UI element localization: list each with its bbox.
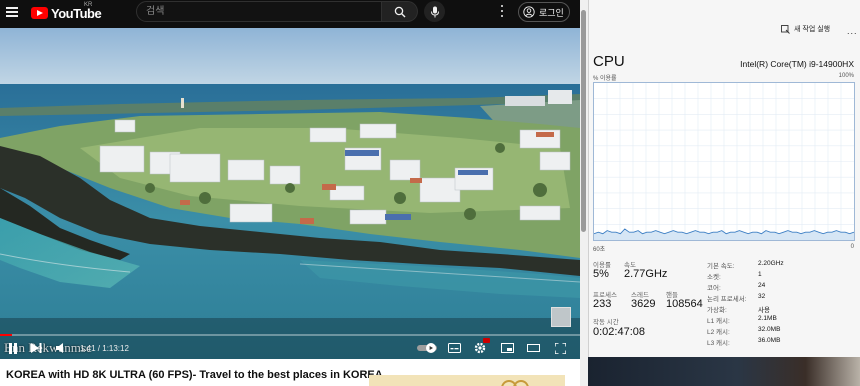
theater-mode-icon — [526, 344, 540, 352]
search-button[interactable] — [382, 1, 418, 22]
more-options-icon[interactable] — [498, 4, 506, 18]
run-new-task-button[interactable]: 새 작업 실행 — [781, 24, 830, 34]
spec-value: 24 — [758, 282, 766, 289]
video-progress-bar[interactable] — [0, 334, 580, 336]
login-button[interactable]: 로그인 — [518, 2, 570, 22]
new-task-icon — [781, 24, 790, 34]
video-time: 1:41 / 1:13:12 — [80, 344, 129, 353]
youtube-header: YouTube KR 검색 로그인 — [0, 0, 588, 28]
stat-threads-value: 3629 — [631, 298, 656, 310]
autoplay-toggle-icon — [417, 343, 437, 353]
fullscreen-button[interactable] — [553, 341, 567, 355]
voice-search-button[interactable] — [424, 1, 445, 22]
stat-handles-value: 108564 — [666, 298, 703, 310]
settings-button[interactable] — [473, 338, 490, 355]
spec-key: 기본 속도: — [707, 263, 735, 270]
pause-button[interactable] — [7, 341, 19, 355]
spec-value: 1 — [758, 271, 762, 278]
youtube-window: YouTube KR 검색 로그인 Enn Rekwanmsc 1:41 / 1… — [0, 0, 588, 386]
stat-uptime-label: 작동 시간 — [593, 319, 619, 326]
volume-icon — [55, 343, 63, 353]
task-manager-toolbar: 새 작업 실행 ... — [589, 18, 860, 44]
stat-uptime-value: 0:02:47:08 — [593, 326, 645, 338]
youtube-play-logo-icon — [31, 7, 48, 19]
video-progress-played — [0, 334, 12, 336]
login-label: 로그인 — [539, 7, 564, 18]
spec-key: 가상화: — [707, 307, 727, 314]
more-options-button[interactable]: ... — [847, 26, 858, 36]
page-scrollbar[interactable] — [580, 0, 588, 386]
youtube-logo-text: YouTube — [51, 5, 102, 21]
spec-value: 32 — [758, 293, 766, 300]
hd-badge-icon — [483, 338, 490, 343]
spec-key: L2 캐시: — [707, 329, 730, 336]
spec-key: L1 캐시: — [707, 318, 730, 325]
ad-banner-image — [501, 380, 529, 386]
cpu-model-name: Intel(R) Core(TM) i9-14900HX — [740, 59, 854, 69]
autoplay-toggle[interactable] — [416, 341, 438, 355]
performance-heading: CPU — [593, 53, 625, 70]
spec-value: 2.20GHz — [758, 260, 784, 267]
spec-value: 32.0MB — [758, 326, 781, 333]
account-icon — [523, 6, 535, 18]
volume-button[interactable] — [55, 341, 67, 355]
spec-key: 코어: — [707, 285, 721, 292]
graph-y-axis-label: % 이용률 — [593, 76, 617, 82]
task-manager-window: 새 작업 실행 ... CPU Intel(R) Core(TM) i9-149… — [588, 0, 860, 386]
spec-key: L3 캐시: — [707, 340, 730, 347]
miniplayer-icon — [500, 343, 514, 353]
spec-key: 논리 프로세서: — [707, 296, 747, 303]
microphone-icon — [430, 6, 439, 17]
subtitles-button[interactable] — [447, 341, 461, 355]
stat-processes-value: 233 — [593, 298, 612, 310]
gear-icon — [474, 342, 486, 354]
spec-value: 2.1MB — [758, 315, 777, 322]
channel-watermark[interactable] — [551, 307, 571, 327]
graph-x-axis-min: 0 — [850, 244, 854, 250]
stat-speed-value: 2.77GHz — [624, 268, 668, 280]
next-track-icon — [30, 343, 41, 353]
spec-value: 사용 — [758, 307, 770, 314]
desktop-background — [588, 357, 860, 386]
cpu-utilization-chart — [593, 83, 855, 240]
spec-value: 36.0MB — [758, 337, 781, 344]
youtube-logo[interactable]: YouTube — [31, 5, 102, 21]
search-input[interactable]: 검색 — [136, 1, 382, 22]
region-code: KR — [84, 2, 93, 8]
miniplayer-button[interactable] — [500, 341, 514, 355]
next-button[interactable] — [30, 341, 42, 355]
pause-icon — [9, 342, 17, 354]
video-frame-aerial-coast — [0, 28, 580, 359]
scrollbar-thumb[interactable] — [581, 10, 586, 232]
spec-key: 소켓: — [707, 274, 721, 281]
graph-x-axis-label: 60초 — [593, 247, 606, 253]
stat-utilization-value: 5% — [593, 268, 609, 280]
fullscreen-icon — [554, 342, 566, 354]
theater-mode-button[interactable] — [526, 341, 540, 355]
cpu-utilization-graph — [593, 82, 855, 241]
graph-y-axis-max: 100% — [838, 73, 854, 79]
video-title: KOREA with HD 8K ULTRA (60 FPS)- Travel … — [6, 369, 383, 381]
hamburger-menu-icon[interactable] — [5, 5, 19, 19]
run-new-task-label: 새 작업 실행 — [794, 26, 831, 33]
ad-banner-thumbnail[interactable] — [369, 375, 565, 386]
search-icon — [394, 6, 405, 17]
video-player[interactable]: Enn Rekwanmsc 1:41 / 1:13:12 — [0, 28, 580, 359]
subtitles-icon — [447, 343, 461, 353]
